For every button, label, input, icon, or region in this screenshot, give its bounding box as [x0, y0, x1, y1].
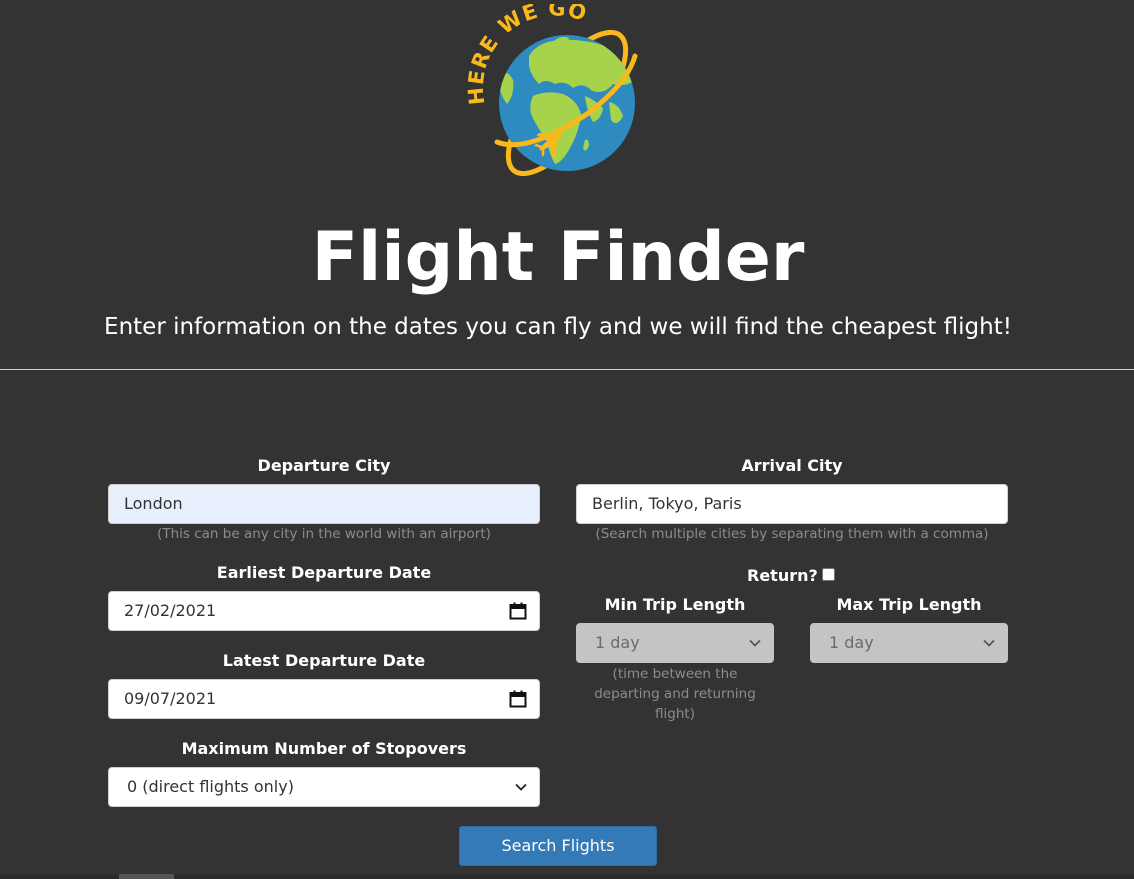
header-divider	[0, 369, 1134, 370]
min-trip-select[interactable]: 1 day	[576, 623, 774, 663]
calendar-icon[interactable]	[509, 602, 527, 620]
latest-date-label: Latest Departure Date	[222, 651, 426, 670]
stopovers-select[interactable]: 0 (direct flights only)	[108, 767, 540, 807]
arrival-city-label: Arrival City	[741, 456, 843, 475]
calendar-icon[interactable]	[509, 690, 527, 708]
page-title: Flight Finder	[311, 218, 805, 297]
stopovers-label: Maximum Number of Stopovers	[181, 739, 467, 758]
min-trip-hint-3: flight)	[655, 706, 695, 722]
globe-airplane-logo: HERE WE GO!	[467, 4, 638, 176]
chevron-down-icon	[515, 783, 527, 791]
departure-city-input[interactable]: London	[108, 484, 540, 524]
min-trip-value: 1 day	[595, 633, 640, 652]
departure-city-hint: (This can be any city in the world with …	[157, 526, 491, 542]
return-label: Return?	[747, 566, 818, 585]
latest-date-value: 09/07/2021	[124, 689, 217, 708]
latest-date-input[interactable]: 09/07/2021	[108, 679, 540, 719]
page-subtitle: Enter information on the dates you can f…	[104, 314, 1012, 340]
arrival-city-input[interactable]: Berlin, Tokyo, Paris	[576, 484, 1008, 524]
earliest-date-label: Earliest Departure Date	[216, 563, 432, 582]
max-trip-label: Max Trip Length	[836, 595, 982, 614]
chevron-down-icon	[749, 639, 761, 647]
arrival-city-value: Berlin, Tokyo, Paris	[592, 494, 742, 513]
arrival-city-hint: (Search multiple cities by separating th…	[595, 526, 989, 542]
earliest-date-input[interactable]: 27/02/2021	[108, 591, 540, 631]
chevron-down-icon	[983, 639, 995, 647]
scrollbar-thumb[interactable]	[119, 874, 174, 879]
flight-finder-page: HERE WE GO! Flight Finder Enter informat…	[0, 0, 1134, 879]
departure-city-label: Departure City	[257, 456, 391, 475]
max-trip-select[interactable]: 1 day	[810, 623, 1008, 663]
min-trip-hint-1: (time between the	[612, 666, 738, 682]
earliest-date-value: 27/02/2021	[124, 601, 217, 620]
min-trip-label: Min Trip Length	[604, 595, 746, 614]
return-checkbox[interactable]	[822, 568, 835, 581]
departure-city-value: London	[124, 494, 183, 513]
search-flights-button[interactable]: Search Flights	[459, 826, 657, 866]
stopovers-value: 0 (direct flights only)	[127, 777, 294, 796]
max-trip-value: 1 day	[829, 633, 874, 652]
min-trip-hint-2: departing and returning	[594, 686, 756, 702]
